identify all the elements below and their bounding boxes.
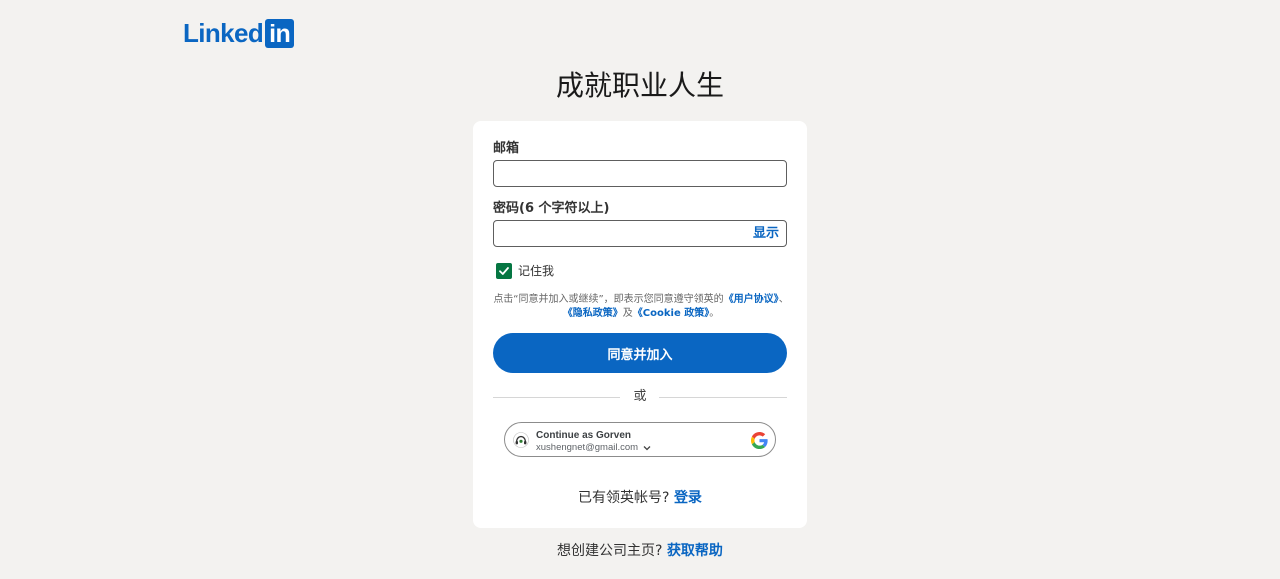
google-account-email: xushengnet@gmail.com xyxy=(536,442,639,453)
remember-me[interactable]: 记住我 xyxy=(496,262,554,279)
logo-wordmark: Linked xyxy=(183,18,264,48)
signup-card: 邮箱 密码(6 个字符以上) 显示 记住我 点击“同意并加入或继续”，即表示您同… xyxy=(473,121,807,528)
cookie-policy-link[interactable]: 《Cookie 政策》 xyxy=(633,308,709,319)
password-field[interactable]: 显示 xyxy=(493,220,787,247)
agree-join-button[interactable]: 同意并加入 xyxy=(493,333,787,373)
terms-prefix: 点击“同意并加入或继续”，即表示您同意遵守领英的 xyxy=(493,294,724,305)
signin-prompt: 已有领英帐号? xyxy=(578,490,670,506)
chevron-down-icon xyxy=(643,445,651,450)
user-agreement-link[interactable]: 《用户协议》 xyxy=(724,294,779,305)
google-g-icon xyxy=(751,432,768,449)
google-continue-button[interactable]: Continue as Gorven xushengnet@gmail.com xyxy=(504,422,776,457)
linkedin-logo[interactable]: Linked in xyxy=(183,18,295,48)
footer-prompt: 想创建公司主页? xyxy=(557,543,663,559)
terms-sep: 、 xyxy=(778,294,789,305)
google-account-email-row: xushengnet@gmail.com xyxy=(536,442,651,453)
logo-in-box: in xyxy=(265,19,295,48)
remember-checkbox[interactable] xyxy=(496,262,512,279)
user-avatar-icon xyxy=(513,432,529,448)
or-divider: 或 xyxy=(493,388,787,406)
terms-end: 。 xyxy=(709,308,720,319)
password-label: 密码(6 个字符以上) xyxy=(493,201,610,216)
privacy-policy-link[interactable]: 《隐私政策》 xyxy=(563,308,623,319)
google-account-name: Continue as Gorven xyxy=(536,430,632,441)
email-label: 邮箱 xyxy=(493,141,520,156)
signin-link[interactable]: 登录 xyxy=(674,490,702,506)
page-title: 成就职业人生 xyxy=(555,69,724,102)
email-field[interactable] xyxy=(493,160,787,187)
terms-notice: 点击“同意并加入或继续”，即表示您同意遵守领英的《用户协议》、《隐私政策》及《C… xyxy=(493,293,789,321)
signin-row: 已有领英帐号? 登录 xyxy=(473,489,807,507)
show-password-button[interactable]: 显示 xyxy=(753,226,779,242)
or-label: 或 xyxy=(633,389,647,404)
terms-and: 及 xyxy=(622,308,633,319)
remember-label: 记住我 xyxy=(518,264,555,278)
checkmark-icon xyxy=(499,266,509,275)
get-help-link[interactable]: 获取帮助 xyxy=(667,543,723,559)
footer-help-row: 想创建公司主页? 获取帮助 xyxy=(0,542,1280,560)
